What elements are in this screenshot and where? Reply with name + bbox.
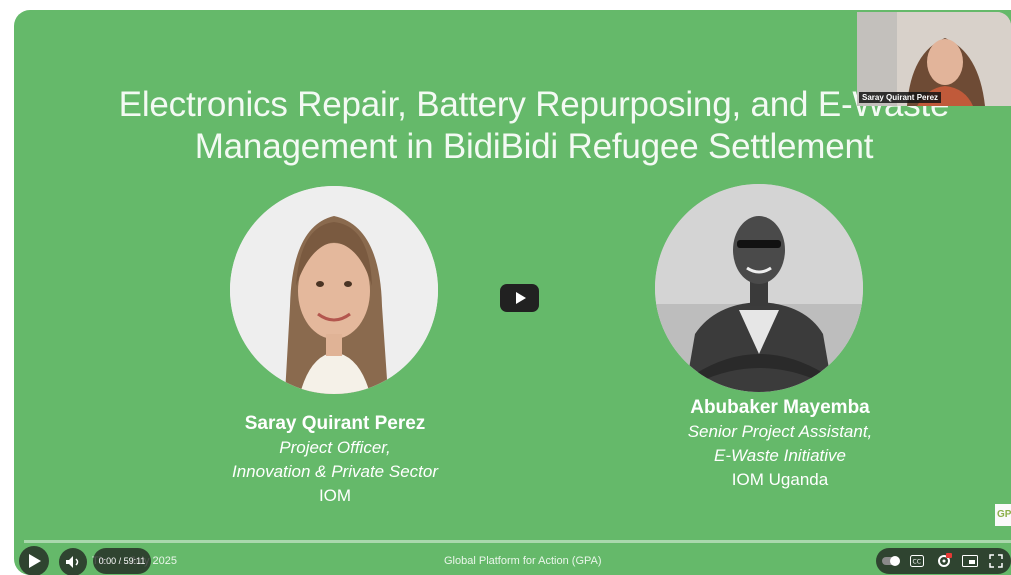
gpa-logo: GP: [995, 504, 1011, 526]
participant-video-tile: Saray Quirant Perez: [857, 12, 1011, 106]
progress-bar[interactable]: [24, 540, 1011, 543]
time-display: 0:00 / 59:11: [98, 556, 146, 566]
video-player[interactable]: Electronics Repair, Battery Repurposing,…: [14, 10, 1011, 575]
speaker-1-role-line-1: Project Officer,: [279, 438, 391, 457]
speaker-1-name: Saray Quirant Perez: [244, 413, 426, 434]
volume-icon: [66, 556, 79, 568]
slide-title-line-2: Management in BidiBidi Refugee Settlemen…: [194, 127, 874, 166]
speaker-2-org: IOM Uganda: [731, 470, 829, 489]
speaker-1-org: IOM: [318, 486, 352, 505]
controls-right-pill: CC: [876, 548, 1011, 574]
play-button[interactable]: [19, 546, 49, 575]
speaker-2-photo: [655, 184, 863, 392]
captions-icon[interactable]: CC: [910, 555, 924, 567]
speaker-1-role-line-2: Innovation & Private Sector: [231, 462, 438, 481]
center-play-button[interactable]: [500, 284, 539, 312]
participant-name-label: Saray Quirant Perez: [859, 92, 942, 103]
slide-footer-center: Global Platform for Action (GPA): [444, 555, 602, 567]
speaker-1-caption: Saray Quirant Perez Project Officer, Inn…: [210, 412, 460, 508]
volume-button[interactable]: [59, 548, 87, 575]
miniplayer-icon[interactable]: [962, 555, 978, 567]
svg-text:CC: CC: [913, 559, 921, 566]
speaker-2-role-line-1: Senior Project Assistant,: [687, 422, 873, 441]
fullscreen-icon[interactable]: [989, 554, 1003, 568]
settings-gear-icon[interactable]: [936, 553, 952, 569]
play-icon: [29, 554, 41, 568]
autoplay-toggle-icon[interactable]: [882, 555, 902, 567]
speaker-2-role-line-2: E-Waste Initiative: [714, 446, 846, 465]
speaker-1-photo: [230, 186, 438, 394]
speaker-2-name: Abubaker Mayemba: [690, 397, 870, 418]
speaker-2-caption: Abubaker Mayemba Senior Project Assistan…: [640, 396, 920, 492]
